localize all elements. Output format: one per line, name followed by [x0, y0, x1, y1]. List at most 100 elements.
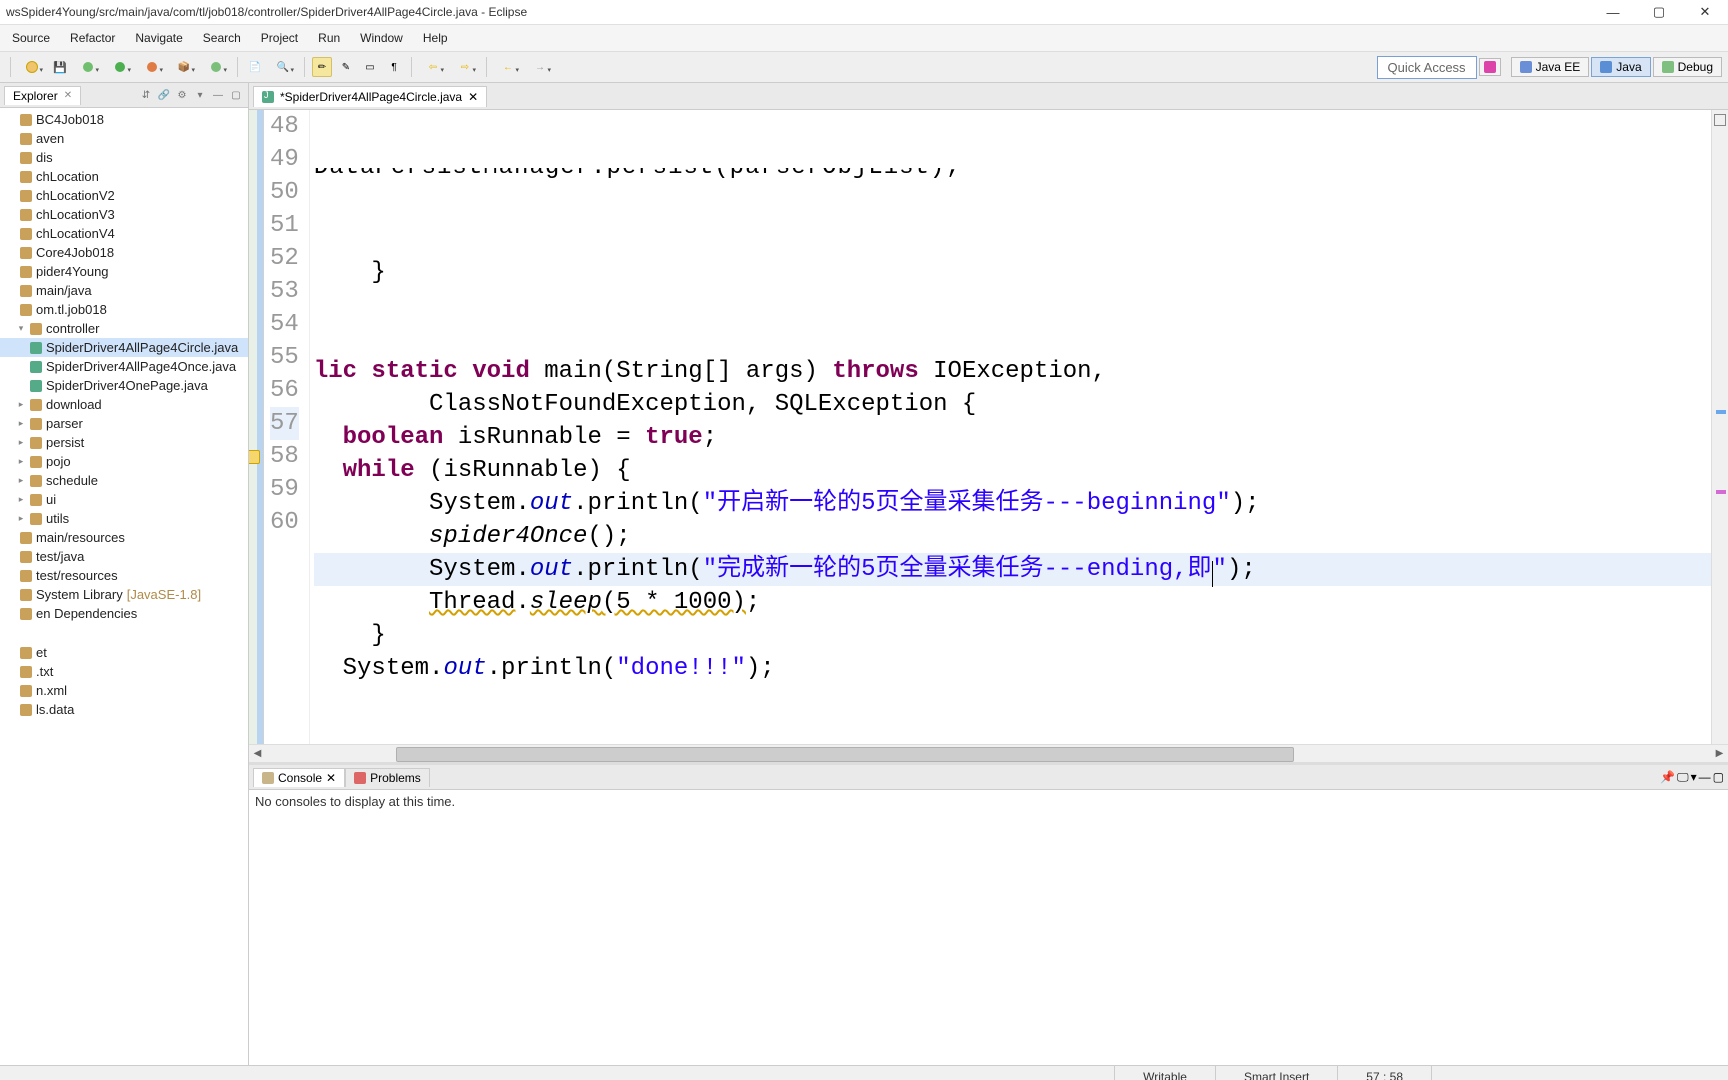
expand-icon[interactable]: ▸: [16, 437, 26, 448]
maximize-icon[interactable]: ▢: [1713, 770, 1724, 785]
expand-icon[interactable]: ▸: [16, 418, 26, 429]
search-button[interactable]: 🔍: [269, 57, 297, 77]
nav-next-button[interactable]: ⇨: [451, 57, 479, 77]
editor-hscrollbar[interactable]: ◀ ▶: [249, 744, 1728, 762]
perspective-javaee[interactable]: Java EE: [1511, 57, 1590, 77]
tree-item[interactable]: main/resources: [0, 528, 248, 547]
menu-project[interactable]: Project: [253, 29, 306, 47]
code-line[interactable]: [314, 322, 1711, 355]
code-line[interactable]: boolean isRunnable = true;: [314, 421, 1711, 454]
tree-item[interactable]: test/java: [0, 547, 248, 566]
tree-item[interactable]: chLocationV4: [0, 224, 248, 243]
open-type-button[interactable]: 📄: [245, 57, 265, 77]
console-tab[interactable]: Console ✕: [253, 768, 345, 787]
tree-item[interactable]: ▸parser: [0, 414, 248, 433]
tree[interactable]: BC4Job018avendischLocationchLocationV2ch…: [0, 108, 248, 1065]
overview-mark[interactable]: [1716, 410, 1726, 414]
tree-item[interactable]: n.xml: [0, 681, 248, 700]
close-icon[interactable]: ✕: [64, 90, 72, 101]
code-line[interactable]: spider4Once();: [314, 520, 1711, 553]
line-number[interactable]: 60: [270, 506, 299, 539]
tree-item[interactable]: chLocation: [0, 167, 248, 186]
tree-item[interactable]: aven: [0, 129, 248, 148]
line-number[interactable]: 52: [270, 242, 299, 275]
tree-item[interactable]: ▸pojo: [0, 452, 248, 471]
code-line[interactable]: lic static void main(String[] args) thro…: [314, 355, 1711, 388]
menu-source[interactable]: Source: [4, 29, 58, 47]
menu-navigate[interactable]: Navigate: [127, 29, 190, 47]
maximize-icon[interactable]: ▢: [228, 87, 244, 103]
tree-item[interactable]: SpiderDriver4OnePage.java: [0, 376, 248, 395]
expand-icon[interactable]: ▸: [16, 513, 26, 524]
pin-console-icon[interactable]: 📌: [1660, 770, 1675, 785]
scroll-track[interactable]: [266, 746, 1711, 761]
menu-search[interactable]: Search: [195, 29, 249, 47]
maximize-button[interactable]: ▢: [1636, 0, 1682, 24]
line-number[interactable]: 57: [270, 407, 299, 440]
open-console-icon[interactable]: ▾: [1691, 770, 1697, 785]
menu-refactor[interactable]: Refactor: [62, 29, 123, 47]
back-button[interactable]: ←: [494, 57, 522, 77]
code-line[interactable]: }: [314, 619, 1711, 652]
close-icon[interactable]: ✕: [326, 771, 336, 785]
line-number[interactable]: 51: [270, 209, 299, 242]
menu-window[interactable]: Window: [352, 29, 411, 47]
code-line[interactable]: ClassNotFoundException, SQLException {: [314, 388, 1711, 421]
view-menu-icon[interactable]: ▾: [192, 87, 208, 103]
minimize-icon[interactable]: —: [1699, 770, 1711, 785]
tree-item[interactable]: ▸persist: [0, 433, 248, 452]
explorer-tab[interactable]: Explorer ✕: [4, 86, 81, 105]
close-button[interactable]: ✕: [1682, 0, 1728, 24]
line-number[interactable]: 58: [270, 440, 299, 473]
tree-item[interactable]: ▸download: [0, 395, 248, 414]
tree-item[interactable]: ▸utils: [0, 509, 248, 528]
new-button[interactable]: [18, 57, 46, 77]
scroll-right-icon[interactable]: ▶: [1711, 748, 1728, 759]
tree-item[interactable]: et: [0, 643, 248, 662]
tree-item[interactable]: .txt: [0, 662, 248, 681]
scroll-thumb[interactable]: [396, 747, 1294, 762]
code-line[interactable]: Thread.sleep(5 * 1000);: [314, 586, 1711, 619]
expand-icon[interactable]: ▸: [16, 494, 26, 505]
save-button[interactable]: 💾: [50, 57, 70, 77]
minimize-button[interactable]: —: [1590, 0, 1636, 24]
display-console-icon[interactable]: 🖵: [1677, 770, 1689, 785]
tree-item[interactable]: [0, 623, 248, 643]
tree-item[interactable]: ▸ui: [0, 490, 248, 509]
tree-item[interactable]: Core4Job018: [0, 243, 248, 262]
tree-item[interactable]: om.tl.job018: [0, 300, 248, 319]
tree-item[interactable]: dis: [0, 148, 248, 167]
code-line[interactable]: while (isRunnable) {: [314, 454, 1711, 487]
tree-item[interactable]: System Library [JavaSE-1.8]: [0, 585, 248, 604]
code-line[interactable]: System.out.println("done!!!");: [314, 652, 1711, 685]
tree-item[interactable]: ▾controller: [0, 319, 248, 338]
collapse-all-icon[interactable]: ⇵: [138, 87, 154, 103]
perspective-debug[interactable]: Debug: [1653, 57, 1722, 77]
tree-item[interactable]: ls.data: [0, 700, 248, 719]
expand-icon[interactable]: ▸: [16, 399, 26, 410]
tree-item[interactable]: ▸schedule: [0, 471, 248, 490]
menu-run[interactable]: Run: [310, 29, 348, 47]
new-package-button[interactable]: 📦: [170, 57, 198, 77]
tree-item[interactable]: main/java: [0, 281, 248, 300]
run-button[interactable]: [106, 57, 134, 77]
nav-last-button[interactable]: ⇦: [419, 57, 447, 77]
line-number[interactable]: 56: [270, 374, 299, 407]
tree-item[interactable]: test/resources: [0, 566, 248, 585]
line-number[interactable]: 54: [270, 308, 299, 341]
problems-tab[interactable]: Problems: [345, 768, 430, 787]
line-number[interactable]: 59: [270, 473, 299, 506]
overview-mark[interactable]: [1716, 490, 1726, 494]
overview-ruler[interactable]: [1711, 110, 1728, 744]
perspective-java[interactable]: Java: [1591, 57, 1650, 77]
menu-help[interactable]: Help: [415, 29, 456, 47]
tree-item[interactable]: chLocationV3: [0, 205, 248, 224]
editor-tab[interactable]: *SpiderDriver4AllPage4Circle.java ✕: [253, 86, 487, 107]
code-area[interactable]: DataPersistManager.persist(parserObjList…: [310, 110, 1711, 744]
tree-item[interactable]: SpiderDriver4AllPage4Once.java: [0, 357, 248, 376]
toggle-mark-button[interactable]: ✏: [312, 57, 332, 77]
expand-icon[interactable]: ▸: [16, 475, 26, 486]
ext-tools-button[interactable]: [138, 57, 166, 77]
debug-button[interactable]: [74, 57, 102, 77]
code-line[interactable]: System.out.println("完成新一轮的5页全量采集任务---end…: [314, 553, 1711, 586]
